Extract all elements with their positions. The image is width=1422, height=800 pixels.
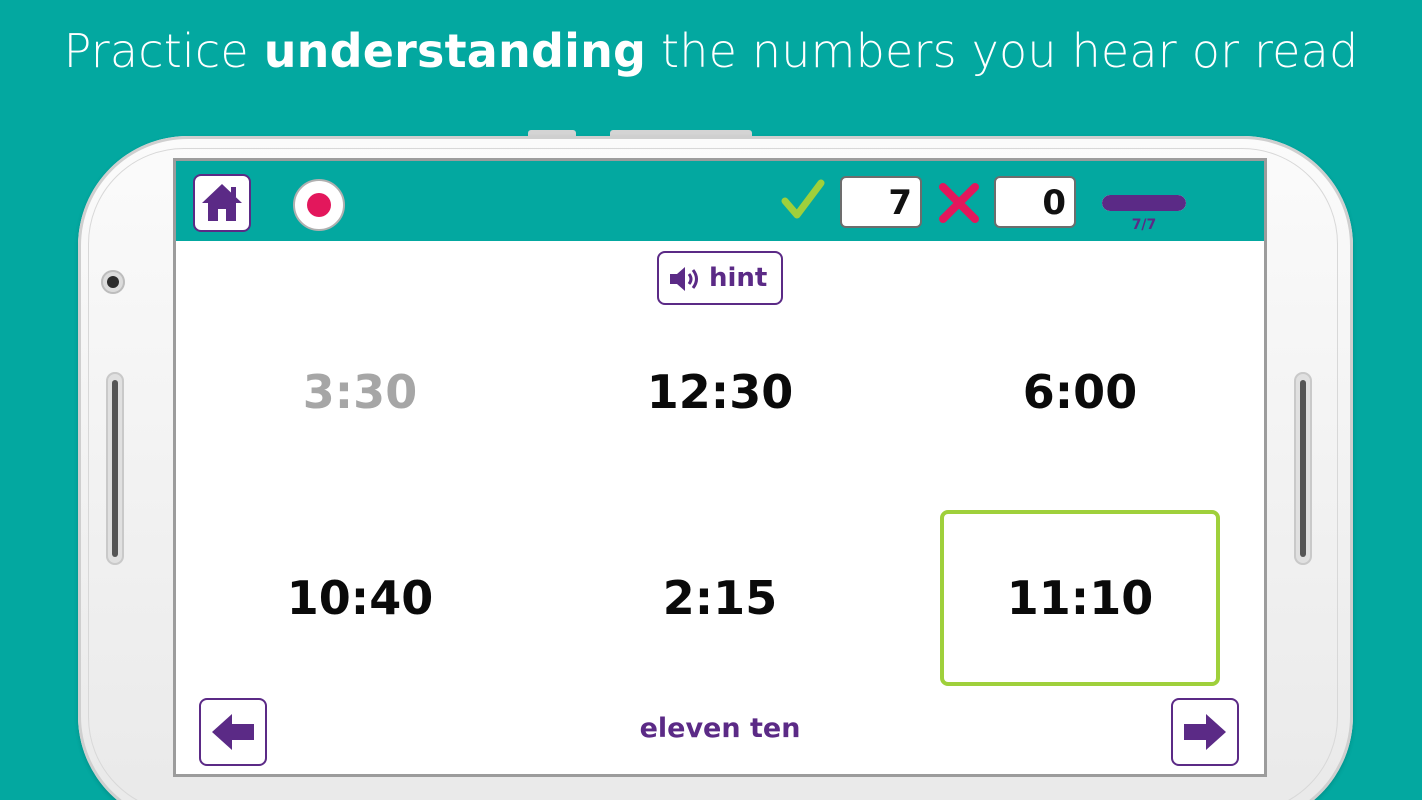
choice-option[interactable]: 10:40 — [220, 510, 500, 686]
top-toolbar: 7 0 7/7 — [176, 161, 1264, 241]
phone-speaker-left — [106, 372, 124, 565]
choice-label: 10:40 — [286, 571, 434, 625]
correct-count: 7 — [840, 176, 922, 228]
hint-button[interactable]: hint — [657, 251, 783, 305]
choice-option[interactable]: 12:30 — [580, 304, 860, 480]
choice-option[interactable]: 6:00 — [940, 304, 1220, 480]
progress-bar — [1102, 195, 1186, 211]
choice-option-selected[interactable]: 11:10 — [940, 510, 1220, 686]
previous-button[interactable] — [199, 698, 267, 766]
choice-option[interactable]: 3:30 — [220, 304, 500, 480]
home-icon — [202, 184, 242, 221]
progress-bar-fill — [1102, 195, 1186, 211]
arrow-left-icon — [212, 714, 254, 750]
headline: Practice understanding the numbers you h… — [0, 24, 1422, 78]
choice-label: 3:30 — [302, 365, 418, 419]
camera-icon — [101, 270, 125, 294]
app-screen: 7 0 7/7 hint 3:30 12:30 6:00 10:40 2:15 … — [173, 158, 1267, 777]
speaker-icon — [670, 267, 698, 291]
home-button[interactable] — [193, 174, 251, 232]
arrow-right-icon — [1184, 714, 1226, 750]
cross-icon — [939, 183, 979, 223]
next-button[interactable] — [1171, 698, 1239, 766]
choice-label: 6:00 — [1022, 365, 1138, 419]
headline-suffix: the numbers you hear or read — [646, 24, 1359, 78]
progress-label: 7/7 — [1131, 217, 1157, 233]
hint-label: hint — [709, 263, 768, 293]
phone-speaker-right — [1294, 372, 1312, 565]
choice-label: 12:30 — [646, 365, 794, 419]
choice-label: 2:15 — [662, 571, 778, 625]
wrong-count: 0 — [994, 176, 1076, 228]
record-button[interactable] — [293, 179, 345, 231]
choice-option[interactable]: 2:15 — [580, 510, 860, 686]
choice-label: 11:10 — [1006, 571, 1154, 625]
answer-text: eleven ten — [639, 713, 801, 744]
headline-bold: understanding — [263, 24, 647, 78]
checkmark-icon — [781, 179, 825, 219]
app-screenshot: Practice understanding the numbers you h… — [0, 0, 1422, 800]
headline-prefix: Practice — [63, 24, 264, 78]
